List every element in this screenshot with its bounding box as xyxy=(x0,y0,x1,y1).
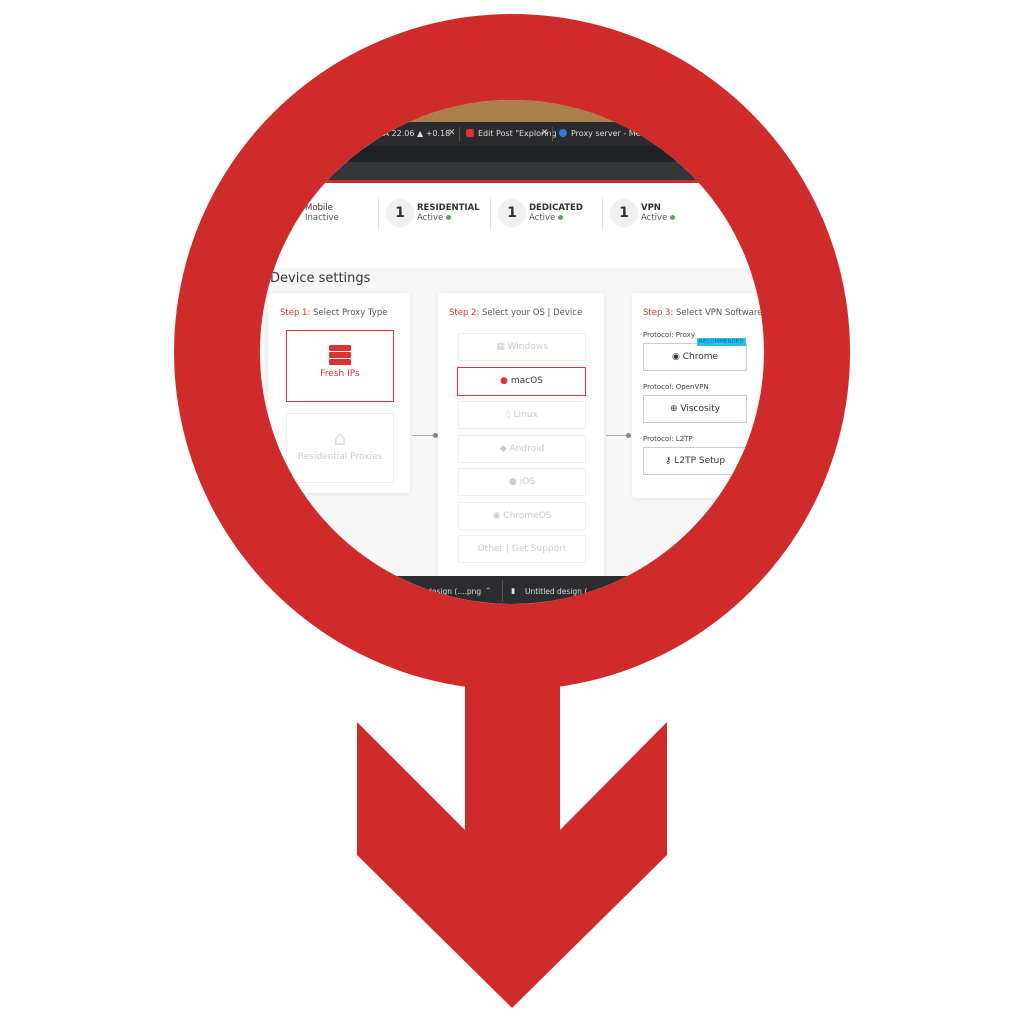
down-arrow-icon xyxy=(357,680,667,1008)
red-ring xyxy=(174,14,851,690)
location-pin-arrow-graphic xyxy=(174,14,851,1008)
